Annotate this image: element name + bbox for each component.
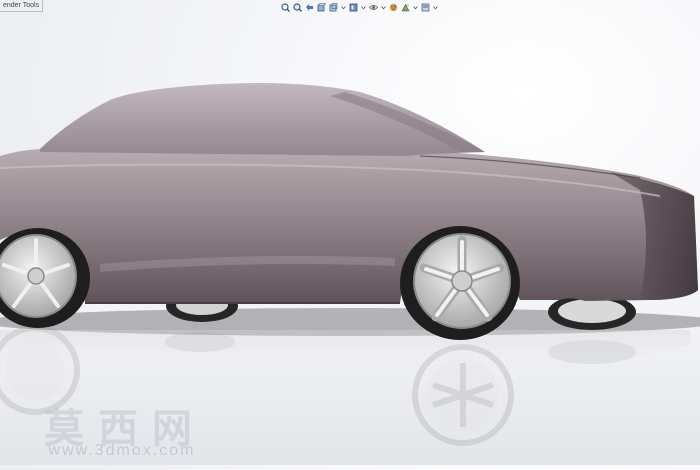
chevron-down-icon[interactable] xyxy=(361,3,366,12)
front-near-wheel xyxy=(400,226,520,340)
zoom-to-area-icon[interactable] xyxy=(293,3,302,12)
heads-up-view-toolbar xyxy=(281,2,438,13)
watermark-url: www.3dmox.com xyxy=(48,442,196,459)
view-settings-icon[interactable] xyxy=(421,3,430,12)
apply-scene-icon[interactable] xyxy=(401,3,410,12)
edit-appearance-icon[interactable] xyxy=(389,3,398,12)
hide-show-items-icon[interactable] xyxy=(369,3,378,12)
render-tools-tab[interactable]: ender Tools xyxy=(0,0,44,12)
display-style-icon[interactable] xyxy=(349,3,358,12)
section-view-icon[interactable] xyxy=(317,3,326,12)
chevron-down-icon[interactable] xyxy=(413,3,418,12)
chevron-down-icon[interactable] xyxy=(341,3,346,12)
chevron-down-icon[interactable] xyxy=(433,3,438,12)
car-body xyxy=(0,149,698,303)
previous-view-icon[interactable] xyxy=(305,3,314,12)
view-orientation-icon[interactable] xyxy=(329,3,338,12)
zoom-to-fit-icon[interactable] xyxy=(281,3,290,12)
chevron-down-icon[interactable] xyxy=(381,3,386,12)
